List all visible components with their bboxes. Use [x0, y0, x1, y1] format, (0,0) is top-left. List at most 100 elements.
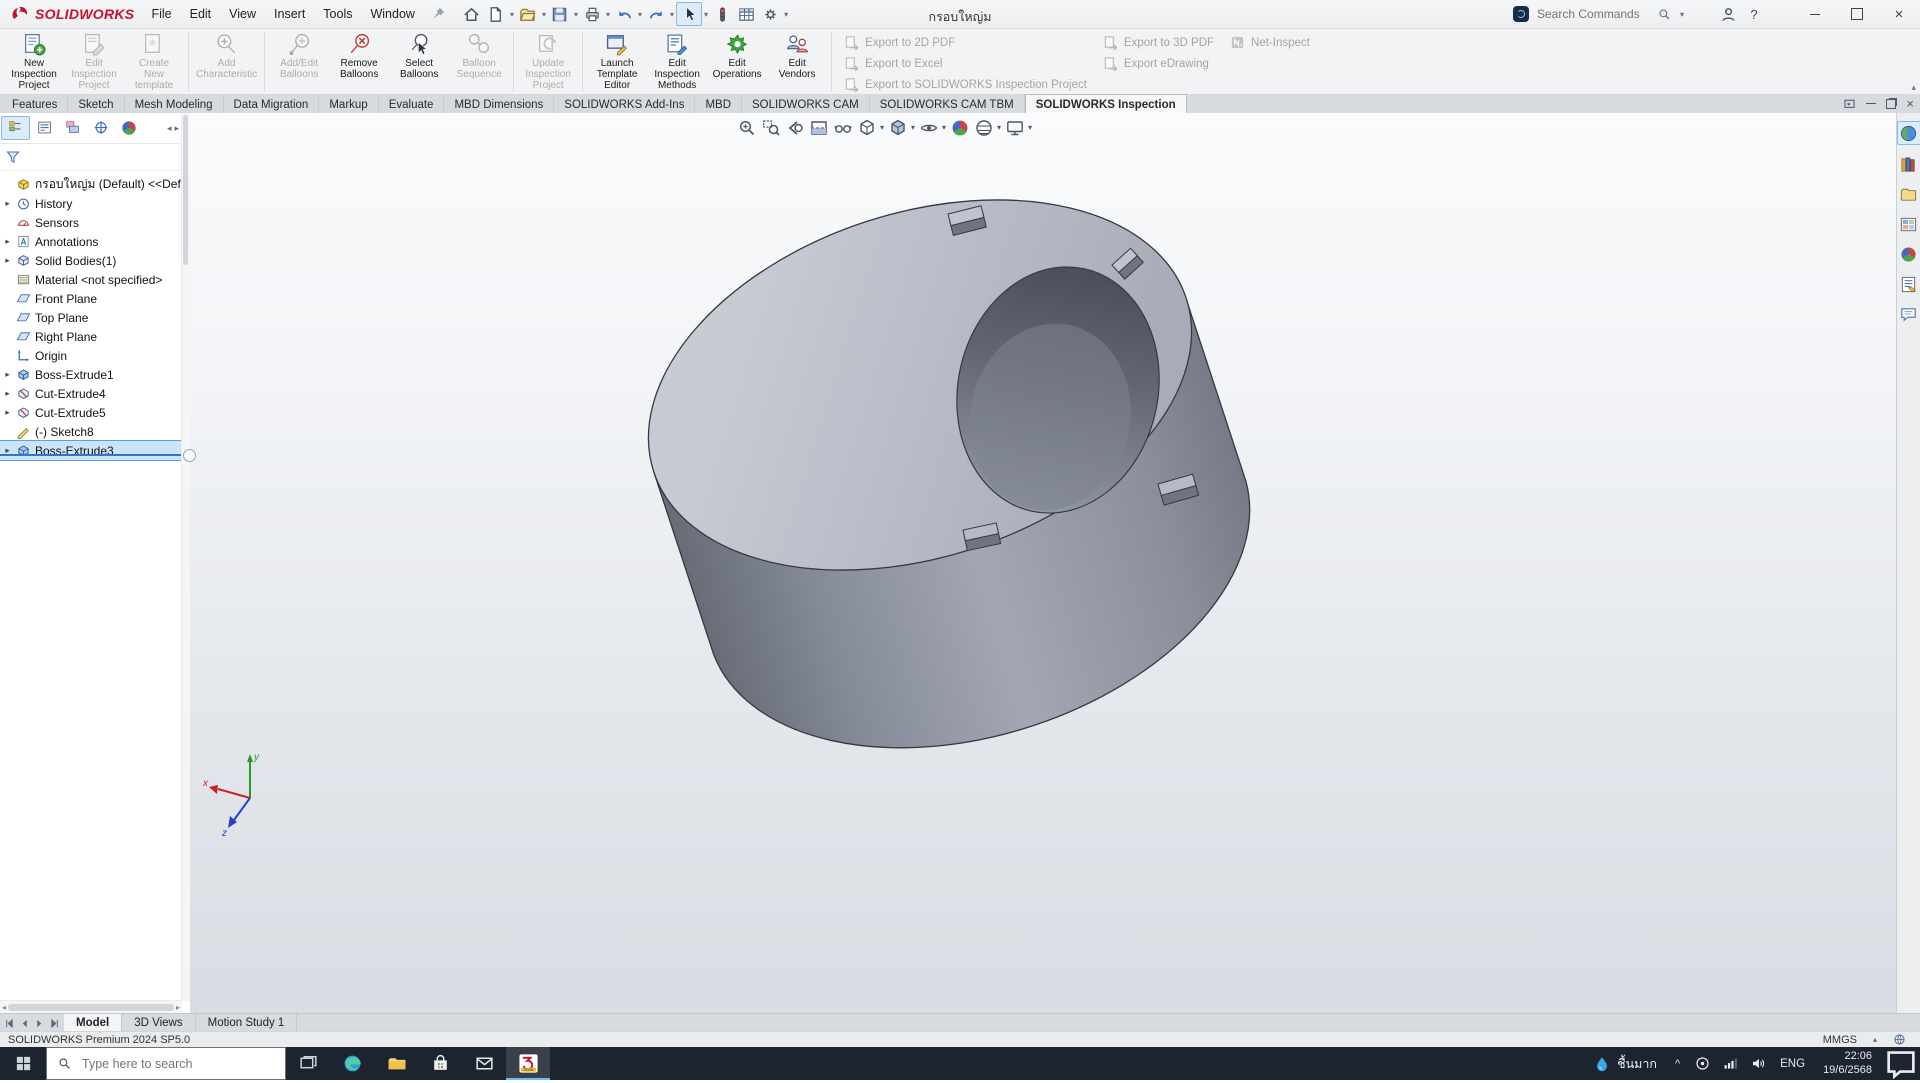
start-button[interactable] — [0, 1047, 46, 1080]
displaymanager-tab[interactable] — [115, 117, 142, 139]
zoom-to-area-button[interactable] — [759, 116, 782, 139]
mail-app-icon[interactable] — [462, 1047, 506, 1080]
tab-features[interactable]: Features — [2, 94, 68, 113]
select-tool-button[interactable] — [676, 2, 702, 26]
expand-arrow-icon[interactable]: ▸ — [3, 255, 12, 266]
export-3d-pdf-button[interactable]: Export to 3D PDF — [1103, 34, 1214, 51]
search-icon[interactable] — [1657, 7, 1672, 22]
propertymanager-tab[interactable] — [31, 117, 58, 139]
caret-down-icon[interactable]: ▾ — [540, 10, 548, 19]
tab-3d-views[interactable]: 3D Views — [122, 1014, 195, 1032]
tab-mbd[interactable]: MBD — [695, 94, 742, 113]
edge-app-icon[interactable] — [330, 1047, 374, 1080]
previous-view-button[interactable] — [783, 116, 806, 139]
file-explorer-tab[interactable] — [1898, 183, 1920, 205]
caret-down-icon[interactable]: ▾ — [1678, 10, 1686, 19]
view-settings-button[interactable] — [1003, 116, 1026, 139]
doc-minimize-icon[interactable] — [1866, 103, 1876, 104]
scroll-right-icon[interactable]: ▸ — [176, 1003, 180, 1012]
meet-now-icon[interactable] — [1688, 1055, 1716, 1072]
tab-data-migration[interactable]: Data Migration — [224, 94, 320, 113]
view-palette-tab[interactable] — [1898, 213, 1920, 235]
tab-motion-study-1[interactable]: Motion Study 1 — [196, 1014, 298, 1032]
edit-vendors-button[interactable]: Edit Vendors — [767, 29, 827, 95]
configurationmanager-tab[interactable] — [59, 117, 86, 139]
scroll-left-icon[interactable]: ◂ — [167, 123, 172, 134]
tree-item-origin[interactable]: Origin — [0, 346, 190, 365]
tab-mbd-dimensions[interactable]: MBD Dimensions — [444, 94, 554, 113]
store-app-icon[interactable] — [418, 1047, 462, 1080]
float-window-icon[interactable] — [1843, 97, 1856, 110]
home-button[interactable] — [460, 3, 484, 25]
action-center-icon[interactable] — [1882, 1045, 1920, 1083]
task-view-button[interactable] — [286, 1047, 330, 1080]
create-new-template-button[interactable]: Create New template — [124, 29, 184, 95]
caret-down-icon[interactable]: ▾ — [508, 10, 516, 19]
solidworks-resources-tab[interactable] — [1897, 121, 1920, 145]
3dexperience-icon[interactable] — [1513, 6, 1529, 22]
design-library-tab[interactable] — [1898, 153, 1920, 175]
volume-icon[interactable] — [1744, 1055, 1772, 1072]
tab-solidworks-add-ins[interactable]: SOLIDWORKS Add-Ins — [554, 94, 695, 113]
export-excel-button[interactable]: Export to Excel — [844, 55, 1087, 72]
caret-down-icon[interactable]: ▾ — [572, 10, 580, 19]
pin-menu-icon[interactable] — [430, 6, 446, 22]
tree-item-front-plane[interactable]: Front Plane — [0, 289, 190, 308]
tree-item-top-plane[interactable]: Top Plane — [0, 308, 190, 327]
user-account-button[interactable] — [1716, 3, 1740, 25]
scrollbar-thumb[interactable] — [8, 1004, 174, 1011]
graphics-area[interactable]: y x z ▾ ▾ ▾ ▾ ▾ — [190, 113, 1896, 1013]
menu-insert[interactable]: Insert — [265, 3, 314, 25]
taskbar-search[interactable] — [46, 1047, 286, 1080]
tree-item-cut-extrude4[interactable]: ▸ Cut-Extrude4 — [0, 384, 190, 403]
caret-down-icon[interactable]: ▾ — [1027, 123, 1033, 132]
tree-item-history[interactable]: ▸ History — [0, 194, 190, 213]
tab-mesh-modeling[interactable]: Mesh Modeling — [125, 94, 224, 113]
launch-template-editor-button[interactable]: Launch Template Editor — [587, 29, 647, 95]
custom-properties-tab[interactable] — [1898, 273, 1920, 295]
edit-appearance-button[interactable] — [948, 116, 971, 139]
edit-operations-button[interactable]: Edit Operations — [707, 29, 767, 95]
panel-splitter-handle[interactable] — [183, 449, 196, 462]
add-characteristic-button[interactable]: Add Characteristic — [193, 29, 260, 95]
tab-solidworks-inspection[interactable]: SOLIDWORKS Inspection — [1025, 94, 1187, 113]
tree-item-boss-extrude1[interactable]: ▸ Boss-Extrude1 — [0, 365, 190, 384]
tab-solidworks-cam-tbm[interactable]: SOLIDWORKS CAM TBM — [870, 94, 1025, 113]
dimxpertmanager-tab[interactable] — [87, 117, 114, 139]
tree-item-solid-bodies[interactable]: ▸ Solid Bodies(1) — [0, 251, 190, 270]
edit-inspection-project-button[interactable]: Edit Inspection Project — [64, 29, 124, 95]
3d-model-cylinder[interactable]: y x z — [190, 113, 1896, 1013]
caret-down-icon[interactable]: ▾ — [941, 123, 947, 132]
help-button[interactable]: ? — [1742, 3, 1766, 25]
update-inspection-project-button[interactable]: Update Inspection Project — [518, 29, 578, 95]
featuremanager-tab[interactable] — [1, 116, 30, 140]
expand-arrow-icon[interactable]: ▸ — [3, 369, 12, 380]
caret-down-icon[interactable]: ▾ — [702, 10, 710, 19]
appearances-scenes-tab[interactable] — [1898, 243, 1920, 265]
tree-item-right-plane[interactable]: Right Plane — [0, 327, 190, 346]
caret-down-icon[interactable]: ▾ — [668, 10, 676, 19]
edit-inspection-methods-button[interactable]: Edit Inspection Methods — [647, 29, 707, 95]
minimize-button[interactable] — [1794, 1, 1836, 28]
export-edrawing-button[interactable]: Export eDrawing — [1103, 55, 1214, 72]
redo-button[interactable] — [644, 3, 668, 25]
tree-item-boss-extrude3[interactable]: ▸ Boss-Extrude3 — [0, 441, 190, 460]
expand-arrow-icon[interactable]: ▸ — [3, 388, 12, 399]
solidworks-forum-tab[interactable] — [1898, 303, 1920, 325]
caret-down-icon[interactable]: ▾ — [996, 123, 1002, 132]
solidworks-app-icon[interactable]: 2024 — [506, 1047, 550, 1080]
section-view-button[interactable] — [807, 116, 830, 139]
units-caret-icon[interactable]: ▴ — [1873, 1035, 1877, 1044]
first-tab-icon[interactable] — [4, 1018, 15, 1029]
tree-item-cut-extrude5[interactable]: ▸ Cut-Extrude5 — [0, 403, 190, 422]
rebuild-button[interactable] — [710, 3, 734, 25]
prev-tab-icon[interactable] — [19, 1018, 30, 1029]
caret-down-icon[interactable]: ▾ — [636, 10, 644, 19]
scrollbar-thumb[interactable] — [183, 115, 188, 265]
hide-show-items-button[interactable] — [917, 116, 940, 139]
tree-root-part[interactable]: กรอบใหญ่ม (Default) <<Default>_Displ — [0, 175, 190, 194]
tab-evaluate[interactable]: Evaluate — [379, 94, 445, 113]
tree-item-annotations[interactable]: ▸ Annotations — [0, 232, 190, 251]
balloon-sequence-button[interactable]: Balloon Sequence — [449, 29, 509, 95]
weather-widget[interactable]: ชื้นมาก — [1583, 1054, 1667, 1074]
